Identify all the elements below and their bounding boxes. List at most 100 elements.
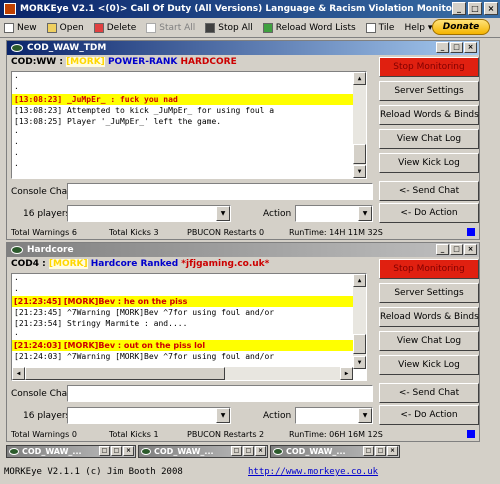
- open-label: Open: [59, 22, 84, 33]
- scroll-up-icon[interactable]: ▲: [353, 274, 366, 287]
- server-panel-2: Hardcore _ □ × COD4 : [MORK] Hardcore Rank…: [6, 242, 480, 442]
- chat-log-1[interactable]: · · [13:08:23] _JuMpEr_ : fuck you nad […: [11, 71, 367, 179]
- clan-tag: [MORK]: [66, 57, 105, 67]
- close-button[interactable]: ×: [123, 446, 134, 456]
- panel-1-server-name: COD:WW : [MORK] POWER-RANK HARDCORE: [11, 57, 237, 67]
- do-action-button[interactable]: <- Do Action: [379, 203, 479, 223]
- action-select[interactable]: ▼: [295, 205, 373, 222]
- delete-icon: [93, 22, 104, 33]
- donate-button[interactable]: Donate: [432, 19, 490, 35]
- view-chat-log-button[interactable]: View Chat Log: [379, 129, 479, 149]
- server-settings-button[interactable]: Server Settings: [379, 283, 479, 303]
- send-chat-button[interactable]: <- Send Chat: [379, 383, 479, 403]
- maximize-button[interactable]: □: [468, 2, 482, 15]
- minimized-window[interactable]: COD_WAW_... □ □ ×: [138, 445, 268, 458]
- maximize-button[interactable]: □: [243, 446, 254, 456]
- chat-line: ·: [14, 150, 19, 159]
- chat-line: ·: [14, 286, 19, 295]
- view-chat-log-button[interactable]: View Chat Log: [379, 331, 479, 351]
- panel-2-header: Hardcore _ □ ×: [7, 243, 479, 257]
- panel-2-close[interactable]: ×: [464, 244, 477, 255]
- restore-button[interactable]: □: [231, 446, 242, 456]
- chat-line: [21:24:03] ^7Warning [MORK]Bev ^7for usi…: [14, 352, 275, 361]
- console-chat-input[interactable]: [67, 385, 373, 402]
- start-all-button[interactable]: Start All: [146, 22, 196, 33]
- minimize-button[interactable]: _: [452, 2, 466, 15]
- hscroll-thumb[interactable]: [25, 367, 225, 380]
- player-count: 16 players: [23, 411, 71, 421]
- scroll-right-icon[interactable]: ▶: [340, 367, 353, 380]
- credit-text: MORKEye V2.1.1 (c) Jim Booth 2008: [4, 467, 183, 477]
- maximize-button[interactable]: □: [375, 446, 386, 456]
- chevron-down-icon: ▼: [216, 206, 230, 221]
- reload-word-lists-button[interactable]: Reload Word Lists: [262, 22, 356, 33]
- minimized-window[interactable]: COD_WAW_... □ □ ×: [270, 445, 400, 458]
- chat-line: ·: [14, 84, 19, 93]
- help-menu[interactable]: Help ▾: [404, 23, 432, 33]
- help-label: Help: [404, 22, 425, 33]
- close-button[interactable]: ×: [484, 2, 498, 15]
- status-indicator: [467, 430, 475, 438]
- scroll-thumb[interactable]: [353, 334, 366, 354]
- chat-log-2[interactable]: · · [21:23:45] [MORK]Bev : he on the pis…: [11, 273, 367, 381]
- restore-button[interactable]: □: [99, 446, 110, 456]
- clan-tag: [MORK]: [48, 259, 88, 269]
- minimized-window[interactable]: COD_WAW_... □ □ ×: [6, 445, 136, 458]
- panel-2-maximize[interactable]: □: [450, 244, 463, 255]
- footer: MORKEye V2.1.1 (c) Jim Booth 2008 http:/…: [4, 465, 494, 479]
- scroll-thumb[interactable]: [353, 144, 366, 164]
- chat-2-scrollbar[interactable]: ▲ ▼: [353, 274, 366, 369]
- start-all-label: Start All: [159, 22, 196, 33]
- chat-1-scrollbar[interactable]: ▲ ▼: [353, 72, 366, 178]
- total-kicks: Total Kicks 1: [109, 429, 159, 439]
- close-button[interactable]: ×: [255, 446, 266, 456]
- scroll-down-icon[interactable]: ▼: [353, 356, 366, 369]
- panel-1-close[interactable]: ×: [464, 42, 477, 53]
- tile-button[interactable]: Tile: [365, 22, 394, 33]
- reload-words-binds-button[interactable]: Reload Words & Binds: [379, 307, 479, 327]
- panel-1-maximize[interactable]: □: [450, 42, 463, 53]
- open-button[interactable]: Open: [46, 22, 84, 33]
- chat-2-hscrollbar[interactable]: ◀ ▶: [12, 367, 353, 380]
- player-select[interactable]: ▼: [67, 205, 231, 222]
- reload-words-binds-button[interactable]: Reload Words & Binds: [379, 105, 479, 125]
- stop-monitoring-button[interactable]: Stop Monitoring: [379, 57, 479, 77]
- panel-2-minimize[interactable]: _: [436, 244, 449, 255]
- player-count: 16 players: [23, 209, 71, 219]
- do-action-button[interactable]: <- Do Action: [379, 405, 479, 425]
- reload-label: Reload Word Lists: [275, 22, 356, 33]
- view-kick-log-button[interactable]: View Kick Log: [379, 355, 479, 375]
- player-select[interactable]: ▼: [67, 407, 231, 424]
- chat-line: ·: [14, 161, 19, 170]
- new-button[interactable]: New: [4, 22, 37, 33]
- minimized-window-title: COD_WAW_...: [154, 447, 214, 456]
- scroll-down-icon[interactable]: ▼: [353, 165, 366, 178]
- stop-monitoring-button[interactable]: Stop Monitoring: [379, 259, 479, 279]
- scroll-left-icon[interactable]: ◀: [12, 367, 25, 380]
- scroll-up-icon[interactable]: ▲: [353, 72, 366, 85]
- chat-line: [13:08:25] Player '_JuMpEr_' left the ga…: [14, 117, 222, 126]
- maximize-button[interactable]: □: [111, 446, 122, 456]
- pbucon-restarts: PBUCON Restarts 2: [187, 429, 265, 439]
- app-icon: [4, 3, 16, 15]
- server-title: Hardcore Ranked: [90, 259, 179, 269]
- panel-2-server-name: COD4 : [MORK] Hardcore Ranked *jfjgaming…: [11, 259, 269, 269]
- view-kick-log-button[interactable]: View Kick Log: [379, 153, 479, 173]
- delete-button[interactable]: Delete: [93, 22, 136, 33]
- console-chat-label: Console Chat: [11, 389, 71, 399]
- folder-icon: [46, 22, 57, 33]
- action-select[interactable]: ▼: [295, 407, 373, 424]
- total-kicks: Total Kicks 3: [109, 227, 159, 237]
- send-chat-button[interactable]: <- Send Chat: [379, 181, 479, 201]
- close-button[interactable]: ×: [387, 446, 398, 456]
- server-settings-button[interactable]: Server Settings: [379, 81, 479, 101]
- panel-2-title: Hardcore: [27, 245, 74, 255]
- chat-line: [21:23:54] Stringy Marmite : and....: [14, 319, 188, 328]
- website-link[interactable]: http://www.morkeye.co.uk: [248, 467, 378, 477]
- panel-1-minimize[interactable]: _: [436, 42, 449, 53]
- runtime: RunTime: 06H 16M 12S: [289, 429, 383, 439]
- restore-button[interactable]: □: [363, 446, 374, 456]
- minimized-window-title: COD_WAW_...: [286, 447, 346, 456]
- stop-all-button[interactable]: Stop All: [205, 22, 253, 33]
- console-chat-input[interactable]: [67, 183, 373, 200]
